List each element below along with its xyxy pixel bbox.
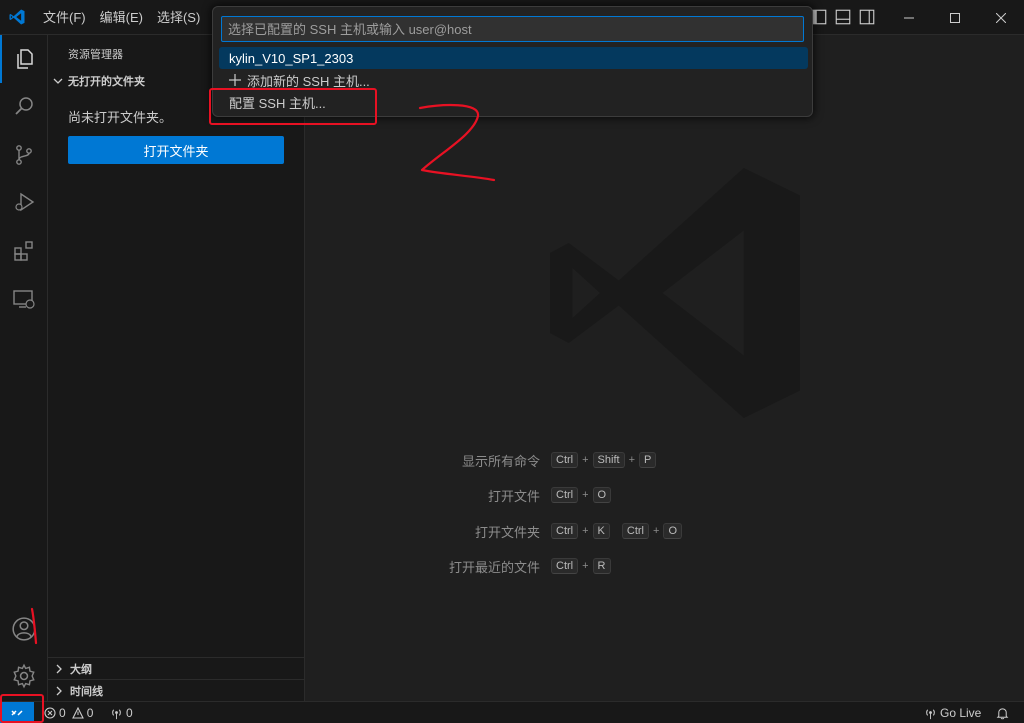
key: P: [639, 452, 657, 468]
error-icon: [44, 707, 56, 719]
annotation-number-2: [418, 103, 496, 182]
warning-icon: [71, 707, 84, 719]
timeline-label: 时间线: [70, 685, 103, 698]
toggle-panel-icon[interactable]: [834, 8, 852, 26]
host-label: kylin_V10_SP1_2303: [229, 50, 354, 66]
maximize-button[interactable]: [932, 0, 978, 35]
shortcut-open-recent: 打开最近的文件 Ctrl + R: [215, 556, 612, 576]
run-debug-icon: [15, 192, 35, 212]
key: R: [592, 558, 611, 574]
chevron-right-icon: [56, 686, 62, 695]
activity-manage[interactable]: [0, 652, 48, 700]
activity-bar: [0, 35, 48, 701]
search-icon: [15, 97, 33, 115]
chevron-down-icon: [53, 78, 63, 84]
vscode-watermark-icon: [550, 168, 800, 418]
annotation-box-remote: [0, 694, 44, 723]
close-button[interactable]: [978, 0, 1024, 35]
key: Ctrl: [551, 487, 579, 503]
shortcut-label: 打开文件: [487, 488, 540, 504]
go-live-label: Go Live: [940, 706, 982, 720]
key: O: [663, 523, 682, 539]
activity-accounts[interactable]: [0, 605, 48, 653]
quick-pick-item-host[interactable]: kylin_V10_SP1_2303: [219, 47, 808, 69]
chevron-right-icon: [56, 664, 62, 673]
activity-extensions[interactable]: [0, 227, 48, 275]
menu-edit[interactable]: 编辑(E): [93, 0, 150, 35]
ports-indicator[interactable]: 0: [110, 702, 133, 723]
window-controls: [886, 0, 1024, 35]
annotation-stroke: [30, 607, 38, 645]
key: Shift: [592, 452, 625, 468]
error-count: 0: [59, 706, 66, 720]
activity-explorer[interactable]: [0, 35, 48, 83]
key: O: [592, 487, 612, 503]
annotation-box-configure: [209, 88, 377, 125]
key: Ctrl: [551, 452, 579, 468]
gear-icon: [13, 663, 35, 689]
remote-explorer-icon: [13, 290, 35, 309]
shortcut-open-folder: 打开文件夹 Ctrl + K Ctrl + O: [215, 521, 683, 541]
explorer-sidebar: 资源管理器 无打开的文件夹 尚未打开文件夹。 打开文件夹 大纲 时间线: [48, 35, 305, 701]
key: K: [592, 523, 610, 539]
plus-icon: [229, 74, 241, 86]
outline-panel-header[interactable]: 大纲: [48, 657, 304, 679]
ports-count: 0: [126, 706, 133, 720]
maximize-icon: [950, 12, 960, 23]
vscode-logo-icon[interactable]: [8, 8, 26, 26]
shortcut-label: 显示所有命令: [461, 453, 540, 469]
files-icon: [17, 49, 33, 69]
extensions-icon: [14, 241, 33, 261]
shortcut-label: 打开最近的文件: [448, 559, 540, 575]
menu-file[interactable]: 文件(F): [36, 0, 93, 35]
minimize-button[interactable]: [886, 0, 932, 35]
bell-icon: [996, 707, 1009, 719]
shortcut-open-file: 打开文件 Ctrl + O: [215, 485, 612, 505]
ssh-host-input[interactable]: [221, 16, 804, 42]
key: Ctrl: [551, 523, 579, 539]
minimize-icon: [904, 17, 914, 18]
broadcast-icon: [926, 708, 935, 719]
key: Ctrl: [551, 558, 579, 574]
add-host-label: 添加新的 SSH 主机...: [247, 73, 370, 89]
close-icon: [996, 12, 1006, 23]
sidebar-title: 资源管理器: [68, 49, 123, 61]
open-folder-button[interactable]: 打开文件夹: [68, 136, 284, 164]
activity-search[interactable]: [0, 82, 48, 130]
activity-remote-explorer[interactable]: [0, 275, 48, 323]
notifications-button[interactable]: [996, 702, 1009, 723]
shortcut-label: 打开文件夹: [474, 524, 540, 540]
shortcut-show-commands: 显示所有命令 Ctrl + Shift + P: [215, 450, 657, 470]
go-live-button[interactable]: Go Live: [924, 702, 981, 723]
key: Ctrl: [621, 523, 649, 539]
menu-bar: 文件(F) 编辑(E) 选择(S): [36, 0, 207, 35]
no-folder-section-header[interactable]: 无打开的文件夹: [52, 73, 145, 89]
section-title: 无打开的文件夹: [68, 76, 145, 88]
layout-controls: [810, 8, 876, 26]
toggle-secondary-sidebar-icon[interactable]: [858, 8, 876, 26]
source-control-icon: [16, 145, 32, 165]
broadcast-icon: [112, 708, 121, 719]
outline-label: 大纲: [70, 663, 92, 676]
timeline-panel-header[interactable]: 时间线: [48, 679, 304, 701]
menu-select[interactable]: 选择(S): [150, 0, 207, 35]
activity-source-control[interactable]: [0, 131, 48, 179]
status-bar: 0 0 0 Go Live: [0, 701, 1024, 723]
activity-run-debug[interactable]: [0, 178, 48, 226]
problems-indicator[interactable]: 0 0: [44, 702, 93, 723]
warning-count: 0: [86, 706, 94, 720]
no-folder-message: 尚未打开文件夹。: [68, 110, 173, 125]
